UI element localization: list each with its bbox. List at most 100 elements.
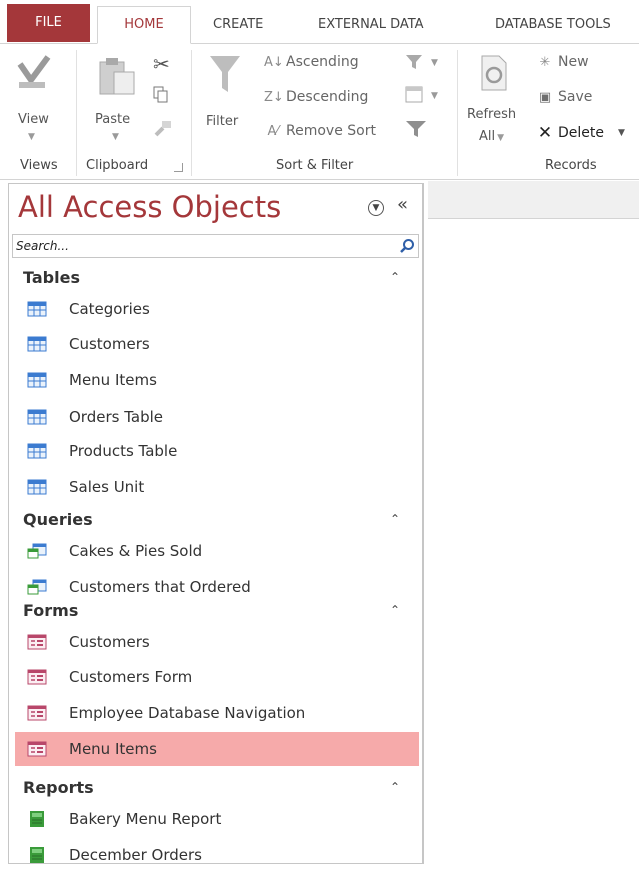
- form-item-employee-database-navigation[interactable]: Employee Database Navigation: [15, 696, 419, 730]
- tab-external-data[interactable]: EXTERNAL DATA: [318, 7, 424, 44]
- refresh-label-line2: All ▼: [479, 129, 505, 144]
- delete-record-button[interactable]: ✕ Delete ▼: [536, 123, 625, 143]
- cut-icon[interactable]: ✂: [153, 52, 170, 76]
- save-label: Save: [558, 89, 593, 105]
- query-item-customers-that-ordered[interactable]: Customers that Ordered: [15, 570, 419, 604]
- report-icon: [30, 847, 44, 863]
- ribbon-tab-bar: FILE HOME CREATE EXTERNAL DATA DATABASE …: [0, 0, 639, 44]
- collapse-pane-icon[interactable]: «: [397, 194, 408, 215]
- nav-menu-chevron-icon[interactable]: ▼: [368, 200, 384, 216]
- tab-create[interactable]: CREATE: [213, 7, 263, 44]
- item-label: Bakery Menu Report: [69, 810, 222, 828]
- item-label: Menu Items: [69, 371, 157, 389]
- table-item-customers[interactable]: Customers: [15, 327, 419, 361]
- report-item-december-orders[interactable]: December Orders: [15, 838, 419, 872]
- save-record-button[interactable]: ▣ Save: [536, 89, 593, 105]
- ascending-button[interactable]: A↓ Ascending: [264, 54, 359, 70]
- remove-sort-icon: A⁄: [267, 123, 279, 139]
- collapse-forms-icon[interactable]: ⌃: [390, 603, 400, 617]
- views-group-label: Views: [20, 158, 58, 173]
- table-icon: [27, 479, 47, 495]
- table-item-products-table[interactable]: Products Table: [15, 434, 419, 468]
- sort-filter-group-label: Sort & Filter: [276, 158, 354, 173]
- view-dropdown-icon: ▼: [28, 132, 35, 142]
- search-icon[interactable]: [399, 238, 415, 254]
- new-record-button[interactable]: ✳ New: [536, 54, 589, 70]
- filter-icon: [210, 56, 240, 92]
- nav-pane-title[interactable]: All Access Objects: [18, 190, 281, 224]
- paste-button[interactable]: Paste ▼: [90, 52, 144, 147]
- search-input[interactable]: [13, 235, 393, 257]
- section-header-forms[interactable]: Forms: [23, 601, 78, 620]
- table-item-categories[interactable]: Categories: [15, 292, 419, 326]
- refresh-all-button[interactable]: Refresh All ▼: [465, 52, 525, 152]
- sort-descending-icon: Z↓: [264, 89, 284, 105]
- clipboard-launcher-icon[interactable]: [174, 163, 183, 172]
- item-label: Menu Items: [69, 740, 157, 758]
- section-header-tables[interactable]: Tables: [23, 268, 80, 287]
- form-icon: [27, 669, 47, 685]
- ribbon: View ▼ Views Paste ▼ ✂ Clipboard Filter: [0, 44, 639, 180]
- descending-label: Descending: [286, 89, 369, 105]
- section-header-reports[interactable]: Reports: [23, 778, 94, 797]
- tab-file[interactable]: FILE: [7, 4, 90, 42]
- delete-icon: ✕: [537, 123, 553, 143]
- group-separator: [76, 50, 77, 176]
- form-icon: [27, 741, 47, 757]
- new-label: New: [558, 54, 589, 70]
- form-item-customers-form[interactable]: Customers Form: [15, 660, 419, 694]
- copy-icon[interactable]: [153, 86, 169, 104]
- table-icon: [27, 301, 47, 317]
- query-item-cakes-pies-sold[interactable]: Cakes & Pies Sold: [15, 534, 419, 568]
- item-label: Employee Database Navigation: [69, 704, 306, 722]
- section-header-queries[interactable]: Queries: [23, 510, 93, 529]
- descending-button[interactable]: Z↓ Descending: [264, 89, 368, 105]
- table-icon: [27, 336, 47, 352]
- collapse-tables-icon[interactable]: ⌃: [390, 270, 400, 284]
- item-label: Customers: [69, 335, 150, 353]
- toggle-filter-icon[interactable]: [405, 120, 427, 142]
- advanced-dropdown-icon: ▼: [431, 91, 438, 101]
- report-item-bakery-menu-report[interactable]: Bakery Menu Report: [15, 802, 419, 836]
- query-icon: [27, 579, 47, 595]
- new-record-icon: ✳: [539, 54, 551, 70]
- form-item-customers[interactable]: Customers: [15, 625, 419, 659]
- table-item-orders-table[interactable]: Orders Table: [15, 400, 419, 434]
- tab-home[interactable]: HOME: [97, 6, 191, 44]
- table-item-sales-unit[interactable]: Sales Unit: [15, 470, 419, 504]
- collapse-queries-icon[interactable]: ⌃: [390, 512, 400, 526]
- paste-icon: [99, 58, 135, 95]
- save-icon: ▣: [538, 89, 552, 105]
- filter-button[interactable]: Filter: [202, 52, 250, 147]
- item-label: Cakes & Pies Sold: [69, 542, 203, 560]
- group-separator: [191, 50, 192, 176]
- format-painter-icon[interactable]: [153, 118, 173, 138]
- delete-label: Delete: [558, 125, 604, 141]
- selection-filter-icon[interactable]: [405, 54, 423, 74]
- advanced-filter-icon[interactable]: [405, 86, 425, 108]
- refresh-label-line1: Refresh: [467, 107, 517, 122]
- sort-ascending-icon: A↓: [264, 54, 284, 70]
- view-button[interactable]: View ▼: [14, 52, 54, 147]
- form-icon: [27, 705, 47, 721]
- item-label: Categories: [69, 300, 150, 318]
- form-item-menu-items[interactable]: Menu Items: [15, 732, 419, 766]
- paste-dropdown-icon: ▼: [112, 132, 119, 142]
- item-label: Orders Table: [69, 408, 163, 426]
- records-group-label: Records: [545, 158, 597, 173]
- tab-database-tools[interactable]: DATABASE TOOLS: [495, 7, 611, 44]
- selection-dropdown-icon: ▼: [431, 58, 438, 68]
- form-icon: [27, 634, 47, 650]
- delete-dropdown-icon[interactable]: ▼: [618, 128, 625, 138]
- collapse-reports-icon[interactable]: ⌃: [390, 780, 400, 794]
- ascending-label: Ascending: [286, 54, 359, 70]
- remove-sort-button[interactable]: A⁄ Remove Sort: [264, 123, 376, 139]
- table-item-menu-items[interactable]: Menu Items: [15, 363, 419, 397]
- view-label: View: [18, 112, 49, 127]
- table-icon: [27, 443, 47, 459]
- document-workspace: [428, 181, 639, 864]
- report-icon: [30, 811, 44, 827]
- group-separator: [457, 50, 458, 176]
- document-tab-strip: [428, 181, 639, 219]
- search-box: [12, 234, 419, 258]
